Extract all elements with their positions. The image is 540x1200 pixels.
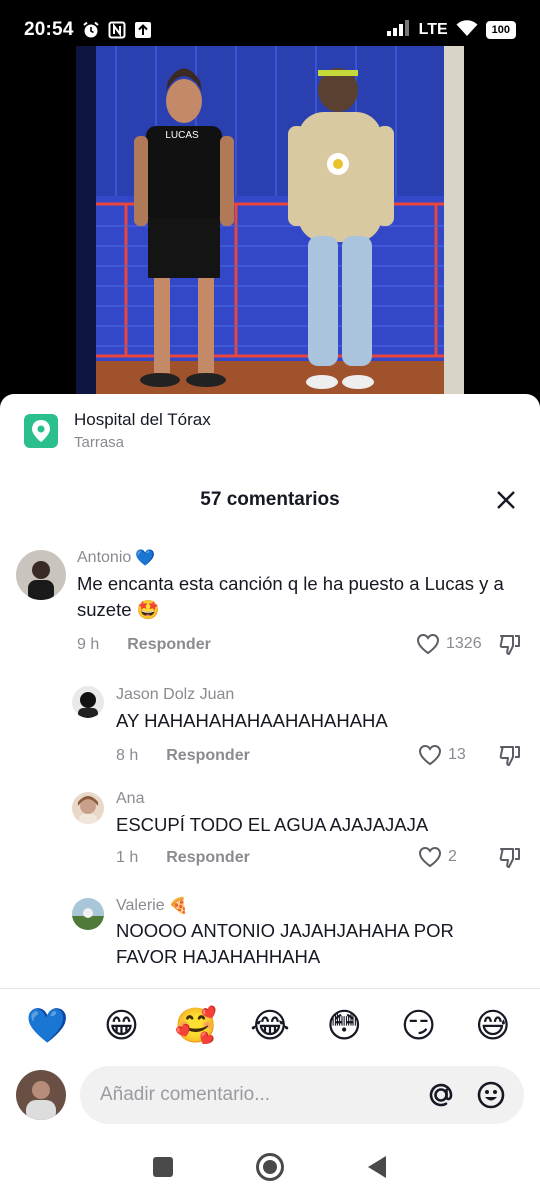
status-left: 20:54 [24, 19, 152, 41]
emoji-tears-of-joy[interactable]: 😂 [246, 1004, 294, 1052]
network-type: LTE [418, 21, 448, 38]
user-badge: 💙 [135, 548, 156, 567]
reply-button[interactable]: Responder [166, 849, 250, 867]
comment-input[interactable] [100, 1084, 408, 1106]
comment-input-row [16, 1066, 524, 1124]
comment-reply-item: Valerie 🍕 NOOOO ANTONIO JAJAHJAHAHA POR … [0, 896, 540, 988]
comment-text: ESCUPÍ TODO EL AGUA AJAJAJAJA [116, 814, 429, 835]
video-player[interactable]: LUCAS [76, 46, 464, 396]
alarm-icon [82, 21, 100, 39]
location-row[interactable]: Hospital del Tórax Tarrasa [24, 410, 211, 451]
signal-icon [386, 19, 411, 41]
comment-time: 1 h [116, 849, 139, 866]
like-button[interactable]: 2 [418, 846, 457, 868]
dislike-icon[interactable] [498, 633, 522, 657]
location-name: Hospital del Tórax [74, 410, 211, 429]
like-count: 13 [448, 746, 466, 763]
like-count: 2 [448, 848, 457, 865]
comment-username-text[interactable]: Jason Dolz Juan [116, 686, 234, 704]
emoji-icon[interactable] [474, 1078, 508, 1112]
emoji-smiling-hearts[interactable]: 🥰 [172, 1004, 220, 1052]
reply-button[interactable]: Responder [127, 636, 211, 654]
like-button[interactable]: 1326 [416, 633, 482, 655]
like-button[interactable]: 13 [418, 744, 466, 766]
comment-username-text[interactable]: Valerie [116, 897, 165, 915]
avatar[interactable] [16, 550, 66, 600]
comment-meta: 1 h Responder [116, 849, 250, 867]
comment-item: Antonio 💙 Me encanta esta canción q le h… [0, 544, 540, 664]
location-text: Hospital del Tórax Tarrasa [74, 410, 211, 451]
back-icon[interactable] [361, 1151, 393, 1183]
comment-reply-item: Jason Dolz Juan AY HAHAHAHAHAAHAHAHAHA 8… [0, 684, 540, 774]
emoji-sweat-smile[interactable]: 😅 [469, 1004, 517, 1052]
shirt-text: LUCAS [165, 130, 199, 141]
dislike-icon[interactable] [498, 744, 522, 768]
avatar[interactable] [72, 792, 104, 824]
location-city: Tarrasa [74, 434, 125, 451]
comment-text: NOOOO ANTONIO JAJAHJAHAHA POR FAVOR HAJA… [116, 920, 454, 967]
comment-text: AY HAHAHAHAHAAHAHAHAHA [116, 710, 388, 731]
comments-count: 57 comentarios [200, 489, 340, 510]
heart-icon [418, 846, 442, 868]
status-right: LTE 100 [386, 19, 516, 42]
heart-icon [416, 633, 440, 655]
video-frame: LUCAS [76, 46, 464, 396]
avatar[interactable] [72, 686, 104, 718]
comment-username-text[interactable]: Ana [116, 790, 144, 808]
upload-icon [134, 21, 152, 39]
dislike-icon[interactable] [498, 846, 522, 870]
user-badge: 🍕 [168, 896, 189, 915]
comment-username[interactable]: Antonio 💙 [77, 548, 155, 567]
comment-username-text[interactable]: Antonio [77, 549, 131, 567]
emoji-grin[interactable]: 😁 [97, 1004, 145, 1052]
close-icon[interactable] [492, 486, 520, 514]
comment-username[interactable]: Ana [116, 790, 144, 808]
nfc-icon [108, 21, 126, 39]
location-pin-icon [24, 413, 58, 448]
heart-icon [418, 744, 442, 766]
battery-indicator: 100 [485, 21, 516, 39]
comment-text: Me encanta esta canción q le ha puesto a… [77, 573, 504, 620]
comment-username[interactable]: Jason Dolz Juan [116, 686, 234, 704]
comment-meta: 9 h Responder [77, 636, 211, 654]
emoji-quick-bar: 💙 😁 🥰 😂 😳 😏 😅 [0, 1004, 540, 1052]
reply-button[interactable]: Responder [166, 747, 250, 765]
status-time: 20:54 [24, 19, 74, 40]
divider [0, 988, 540, 989]
home-icon[interactable] [254, 1151, 286, 1183]
avatar[interactable] [72, 898, 104, 930]
emoji-smirk[interactable]: 😏 [395, 1004, 443, 1052]
my-avatar[interactable] [16, 1070, 66, 1120]
comment-username[interactable]: Valerie 🍕 [116, 896, 189, 915]
comment-meta: 8 h Responder [116, 747, 250, 765]
comment-reply-item: Ana ESCUPÍ TODO EL AGUA AJAJAJAJA 1 h Re… [0, 790, 540, 880]
comment-input-box[interactable] [80, 1066, 524, 1124]
emoji-blue-heart[interactable]: 💙 [23, 1004, 71, 1052]
wifi-icon [456, 19, 478, 42]
comment-time: 9 h [77, 636, 100, 653]
system-nav-bar [0, 1134, 540, 1200]
comment-time: 8 h [116, 747, 139, 764]
comments-header: 57 comentarios [0, 480, 540, 520]
like-count: 1326 [446, 635, 482, 652]
recents-icon[interactable] [147, 1151, 179, 1183]
emoji-flushed[interactable]: 😳 [320, 1004, 368, 1052]
mention-icon[interactable] [424, 1078, 458, 1112]
